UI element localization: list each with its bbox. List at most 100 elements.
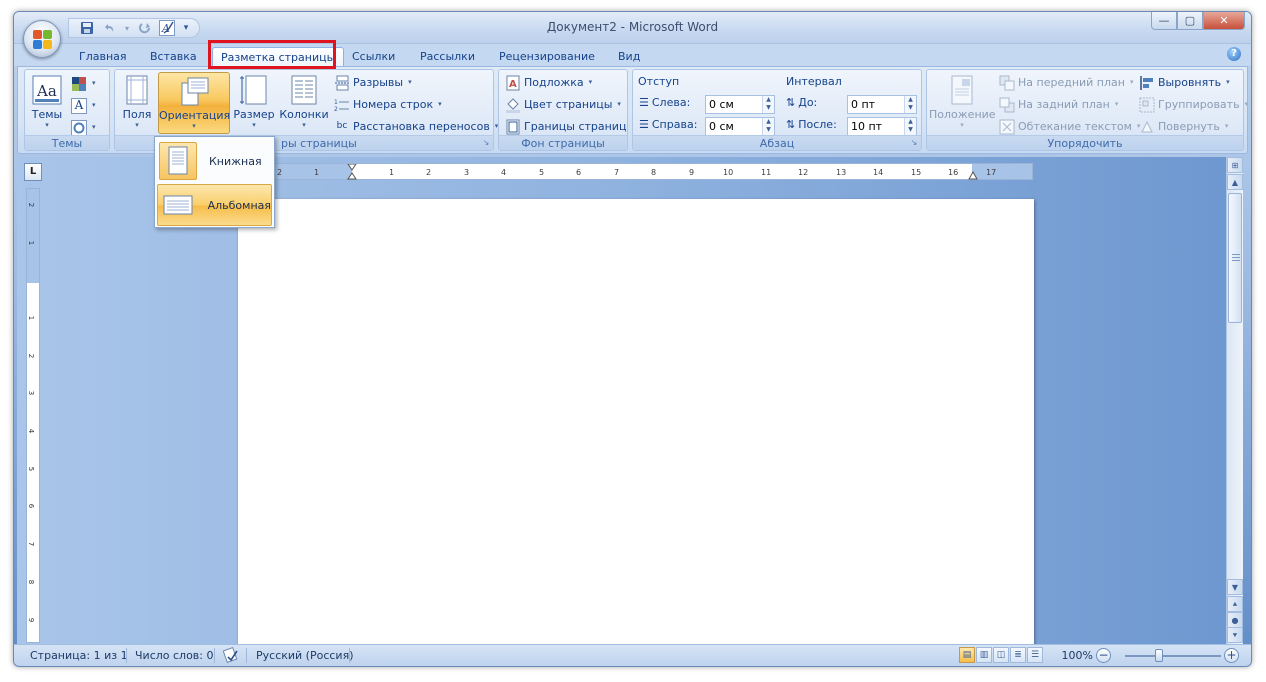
margins-button[interactable]: Поля ▾ <box>119 72 155 134</box>
previous-page-icon[interactable]: ⯅ <box>1227 596 1243 612</box>
send-to-back-button[interactable]: На задний план ▾ <box>999 95 1118 114</box>
page-color-button[interactable]: Цвет страницы ▾ <box>505 95 621 114</box>
zoom-out-button[interactable]: − <box>1096 648 1111 663</box>
orientation-button[interactable]: Ориентация ▾ <box>158 72 230 134</box>
tab-mailings[interactable]: Рассылки <box>412 47 483 66</box>
indent-left-label: Слева: <box>651 96 691 109</box>
text-wrapping-button[interactable]: Обтекание текстом ▾ <box>999 117 1140 136</box>
word-count-status[interactable]: Число слов: 0 <box>135 649 214 662</box>
tab-references[interactable]: Ссылки <box>344 47 403 66</box>
zoom-in-button[interactable]: + <box>1224 648 1239 663</box>
full-screen-reading-view-icon[interactable]: ▥ <box>976 647 992 663</box>
hyphenation-label: Расстановка переносов <box>353 120 490 133</box>
theme-colors-arrow-icon: ▾ <box>92 79 96 87</box>
tab-view[interactable]: Вид <box>610 47 648 66</box>
orientation-portrait-item[interactable]: Книжная <box>157 140 272 182</box>
watermark-arrow-icon: ▾ <box>588 78 593 86</box>
maximize-button[interactable]: ▢ <box>1177 12 1203 30</box>
help-icon[interactable]: ? <box>1227 47 1241 61</box>
first-line-indent-marker[interactable] <box>347 164 357 180</box>
group-button[interactable]: Группировать ▾ <box>1139 95 1248 114</box>
spacing-before-field[interactable]: 0 пт ▲ ▼ <box>847 95 917 114</box>
language-status[interactable]: Русский (Россия) <box>256 649 354 662</box>
hyphenation-icon: bc <box>336 121 348 131</box>
page-borders-button[interactable]: Границы страниц <box>505 117 626 136</box>
watermark-label: Подложка <box>524 76 584 89</box>
vruler-tick: 8 <box>27 579 36 585</box>
vertical-ruler[interactable]: 2 1 1 2 3 4 5 6 7 8 9 <box>26 188 40 643</box>
rotate-button[interactable]: Повернуть ▾ <box>1139 117 1228 136</box>
proofing-icon[interactable] <box>222 647 239 666</box>
hyphenation-button[interactable]: bc Расстановка переносов ▾ <box>334 117 499 136</box>
draft-view-icon[interactable]: ☰ <box>1027 647 1043 663</box>
arrange-group: Положение ▾ На передний план ▾ На задний … <box>926 69 1248 151</box>
line-numbers-button[interactable]: 12 Номера строк ▾ <box>334 95 442 114</box>
zoom-slider[interactable] <box>1125 655 1221 657</box>
indent-left-spinner[interactable]: ▲ ▼ <box>762 96 774 113</box>
spacing-after-label: После: <box>798 118 837 131</box>
scroll-grip <box>1232 254 1240 255</box>
close-button[interactable]: ✕ <box>1203 12 1245 30</box>
ruler-tick: 3 <box>464 168 470 177</box>
svg-text:A: A <box>509 79 517 90</box>
tab-selector-button[interactable]: L <box>24 163 42 181</box>
indent-left-field[interactable]: 0 см ▲ ▼ <box>705 95 775 114</box>
columns-label: Колонки <box>279 108 329 121</box>
web-layout-view-icon[interactable]: ◫ <box>993 647 1009 663</box>
themes-button[interactable]: Aa Темы ▾ <box>27 72 67 134</box>
scroll-thumb[interactable] <box>1228 193 1242 323</box>
spacing-after-field[interactable]: 10 пт ▲ ▼ <box>847 117 917 136</box>
tab-review[interactable]: Рецензирование <box>491 47 603 66</box>
document-page[interactable] <box>238 199 1034 651</box>
group-arrow-icon: ▾ <box>1244 100 1249 108</box>
print-layout-view-icon[interactable]: ▤ <box>959 647 975 663</box>
zoom-level[interactable]: 100% <box>1062 649 1093 662</box>
horizontal-ruler[interactable]: 2 1 1 2 3 4 5 6 7 8 9 10 11 12 13 14 15 … <box>248 163 1033 180</box>
tab-home[interactable]: Главная <box>71 47 135 66</box>
indent-left-label-row: ☰ Слева: <box>639 96 690 109</box>
theme-fonts-arrow-icon: ▾ <box>92 101 96 109</box>
theme-colors-button[interactable]: ▾ <box>71 74 96 93</box>
zoom-slider-thumb[interactable] <box>1155 649 1163 662</box>
scroll-grip <box>1232 257 1240 258</box>
size-button[interactable]: Размер ▾ <box>233 72 275 134</box>
ruler-tick: 17 <box>986 168 997 177</box>
text-wrapping-icon <box>999 119 1015 135</box>
tab-insert[interactable]: Вставка <box>142 47 205 66</box>
spacing-after-spinner[interactable]: ▲ ▼ <box>904 118 916 135</box>
align-button[interactable]: Выровнять ▾ <box>1139 73 1230 92</box>
view-ruler-icon[interactable]: ⊞ <box>1227 157 1243 173</box>
scroll-down-arrow-icon[interactable]: ▼ <box>1227 579 1243 595</box>
orientation-landscape-item[interactable]: Альбомная <box>157 184 272 226</box>
minimize-button[interactable]: — <box>1151 12 1177 30</box>
themes-group: Aa Темы ▾ ▾ A ▾ ▾ Темы <box>24 69 110 151</box>
paragraph-launcher-icon[interactable]: ↘ <box>909 138 919 148</box>
watermark-button[interactable]: A Подложка ▾ <box>505 73 592 92</box>
svg-text:1: 1 <box>334 99 338 106</box>
indent-right-label: Справа: <box>651 118 698 131</box>
bring-to-front-button[interactable]: На передний план ▾ <box>999 73 1133 92</box>
indent-right-field[interactable]: 0 см ▲ ▼ <box>705 117 775 136</box>
position-button[interactable]: Положение ▾ <box>929 72 996 134</box>
next-page-icon[interactable]: ⯆ <box>1227 627 1243 643</box>
select-browse-object-icon[interactable]: ● <box>1227 612 1243 628</box>
vertical-scrollbar[interactable]: ⊞ ▲ ▼ ⯅ ● ⯆ <box>1226 157 1243 644</box>
theme-fonts-button[interactable]: A ▾ <box>71 96 96 115</box>
ruler-tick: 5 <box>539 168 545 177</box>
columns-button[interactable]: Колонки ▾ <box>278 72 330 134</box>
page-setup-launcher-icon[interactable]: ↘ <box>481 138 491 148</box>
outline-view-icon[interactable]: ≣ <box>1010 647 1026 663</box>
spacing-before-spinner[interactable]: ▲ ▼ <box>904 96 916 113</box>
scroll-up-arrow-icon[interactable]: ▲ <box>1227 174 1243 190</box>
page-count-status[interactable]: Страница: 1 из 1 <box>30 649 128 662</box>
ribbon-tabs: Главная Вставка Разметка страницы Ссылки… <box>14 44 1251 66</box>
office-button[interactable] <box>23 20 61 58</box>
breaks-button[interactable]: Разрывы ▾ <box>334 73 412 92</box>
orientation-label: Ориентация <box>159 109 231 122</box>
right-indent-marker[interactable] <box>968 170 978 180</box>
themes-arrow-icon: ▾ <box>45 121 49 129</box>
indent-right-spinner[interactable]: ▲ ▼ <box>762 118 774 135</box>
line-numbers-icon: 12 <box>334 97 350 113</box>
landscape-page-icon <box>160 186 196 224</box>
status-divider <box>246 648 247 663</box>
